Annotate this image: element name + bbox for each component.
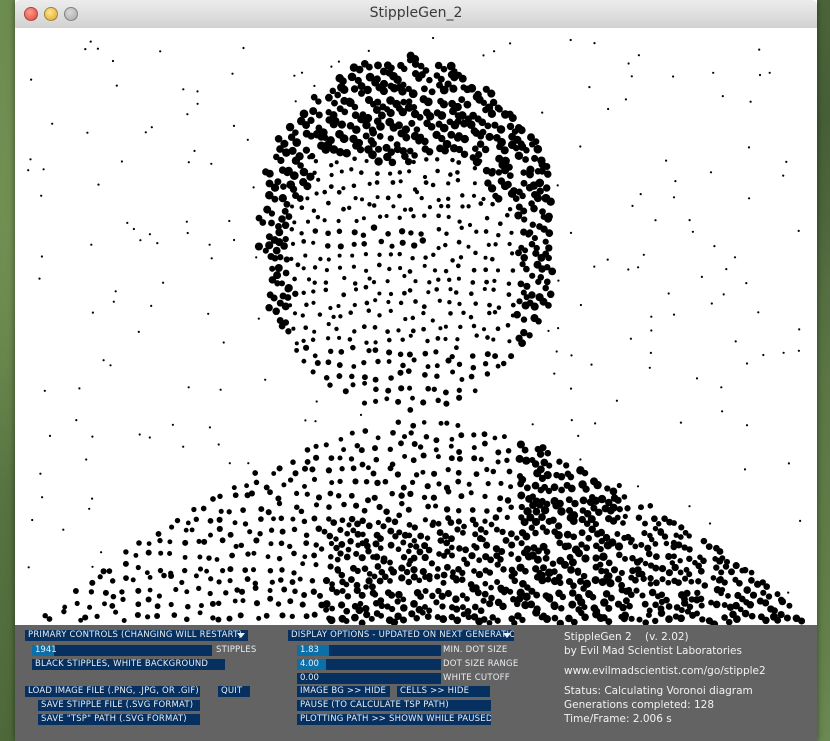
generations-text: Generations completed: 128	[564, 699, 715, 711]
app-version: (v. 2.02)	[645, 631, 689, 643]
quit-button[interactable]: QUIT	[218, 686, 250, 697]
stipple-drawing	[27, 36, 806, 629]
stipple-canvas	[15, 28, 817, 629]
white-cutoff-label: WHITE CUTOFF	[443, 673, 510, 683]
display-options-dropdown[interactable]: DISPLAY OPTIONS - UPDATED ON NEXT GENERA…	[288, 630, 514, 641]
min-dot-size-label: MIN. DOT SIZE	[443, 645, 508, 655]
dot-size-range-slider[interactable]: 4.00	[297, 659, 441, 670]
status-text: Status: Calculating Voronoi diagram	[564, 685, 753, 697]
app-window: StippleGen_2 PRIMARY CONTROLS (CHANGING …	[15, 0, 817, 741]
load-image-button[interactable]: LOAD IMAGE FILE (.PNG, .JPG, OR .GIF)	[25, 686, 200, 697]
white-cutoff-slider[interactable]: 0.00	[297, 673, 441, 684]
plotting-path-toggle[interactable]: PLOTTING PATH >> SHOWN WHILE PAUSED	[297, 714, 491, 725]
dot-size-range-label: DOT SIZE RANGE	[443, 659, 519, 669]
dot-size-range-value: 4.00	[300, 659, 319, 669]
stipples-label: STIPPLES	[216, 645, 257, 655]
cells-toggle[interactable]: CELLS >> HIDE	[397, 686, 490, 697]
primary-controls-dropdown[interactable]: PRIMARY CONTROLS (CHANGING WILL RESTART)	[25, 630, 248, 641]
stipples-slider[interactable]: 1941	[32, 645, 212, 656]
color-mode-toggle[interactable]: BLACK STIPPLES, WHITE BACKGROUND	[32, 659, 225, 670]
save-tsp-button[interactable]: SAVE "TSP" PATH (.SVG FORMAT)	[38, 714, 200, 725]
window-title: StippleGen_2	[369, 5, 463, 21]
min-dot-size-value: 1.83	[300, 645, 319, 655]
pause-button[interactable]: PAUSE (TO CALCULATE TSP PATH)	[297, 700, 491, 711]
app-name: StippleGen 2	[564, 631, 632, 643]
min-dot-size-slider[interactable]: 1.83	[297, 645, 441, 656]
stipples-value: 1941	[35, 645, 57, 655]
project-url[interactable]: www.evilmadscientist.com/go/stipple2	[564, 665, 766, 678]
author-credit: by Evil Mad Scientist Laboratories	[564, 645, 742, 657]
time-frame-text: Time/Frame: 2.006 s	[564, 713, 672, 725]
image-bg-toggle[interactable]: IMAGE BG >> HIDE	[297, 686, 390, 697]
save-stipple-button[interactable]: SAVE STIPPLE FILE (.SVG FORMAT)	[38, 700, 200, 711]
white-cutoff-value: 0.00	[300, 673, 319, 683]
control-panel: PRIMARY CONTROLS (CHANGING WILL RESTART)…	[15, 625, 817, 741]
title-bar[interactable]: StippleGen_2	[15, 0, 817, 29]
